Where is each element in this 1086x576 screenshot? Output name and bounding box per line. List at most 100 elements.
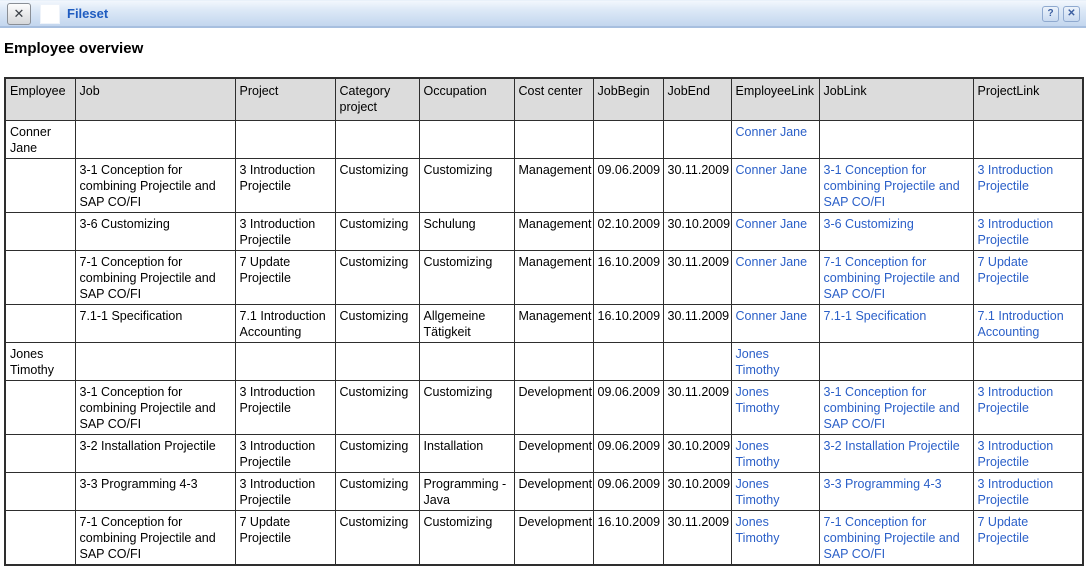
employee-link[interactable]: Jones Timothy xyxy=(736,385,780,415)
column-header-cost-center: Cost center xyxy=(514,78,593,120)
cell-projectlink: 7 Update Projectile xyxy=(973,250,1083,304)
cell-job: 3-1 Conception for combining Projectile … xyxy=(75,158,235,212)
table-row: Jones Timothy Jones Timothy xyxy=(5,342,1083,380)
job-link[interactable]: 3-1 Conception for combining Projectile … xyxy=(824,163,960,209)
help-button[interactable]: ? xyxy=(1042,6,1059,22)
cell-jobbegin: 16.10.2009 xyxy=(593,304,663,342)
column-header-employee: Employee xyxy=(5,78,75,120)
cell-project: 7.1 Introduction Accounting xyxy=(235,304,335,342)
cell-employee xyxy=(5,380,75,434)
employee-link[interactable]: Jones Timothy xyxy=(736,477,780,507)
project-link[interactable]: 3 Introduction Projectile xyxy=(978,217,1054,247)
cell-jobbegin: 09.06.2009 xyxy=(593,158,663,212)
cell-jobbegin: 16.10.2009 xyxy=(593,250,663,304)
project-link[interactable]: 3 Introduction Projectile xyxy=(978,163,1054,193)
table-row: 3-1 Conception for combining Projectile … xyxy=(5,380,1083,434)
employee-link[interactable]: Conner Jane xyxy=(736,255,808,269)
cell-jobend xyxy=(663,120,731,158)
cell-employeelink: Conner Jane xyxy=(731,304,819,342)
cell-project: 7 Update Projectile xyxy=(235,250,335,304)
job-link[interactable]: 3-6 Customizing xyxy=(824,217,914,231)
column-header-job: Job xyxy=(75,78,235,120)
cell-employee xyxy=(5,250,75,304)
cell-category-project: Customizing xyxy=(335,250,419,304)
cell-jobend: 30.10.2009 xyxy=(663,472,731,510)
employee-link[interactable]: Conner Jane xyxy=(736,309,808,323)
fileset-window: ✕ Fileset ? ✕ Employee overview Employee… xyxy=(0,0,1086,576)
employee-link[interactable]: Jones Timothy xyxy=(736,515,780,545)
employee-link[interactable]: Conner Jane xyxy=(736,163,808,177)
cell-employee: Jones Timothy xyxy=(5,342,75,380)
job-link[interactable]: 3-1 Conception for combining Projectile … xyxy=(824,385,960,431)
cell-cost-center: Development xyxy=(514,472,593,510)
job-link[interactable]: 3-3 Programming 4-3 xyxy=(824,477,942,491)
cell-jobbegin: 16.10.2009 xyxy=(593,510,663,565)
cell-employeelink: Conner Jane xyxy=(731,250,819,304)
cell-job: 7-1 Conception for combining Projectile … xyxy=(75,250,235,304)
cell-jobend: 30.11.2009 xyxy=(663,304,731,342)
cell-category-project: Customizing xyxy=(335,158,419,212)
cell-job xyxy=(75,342,235,380)
project-link[interactable]: 3 Introduction Projectile xyxy=(978,477,1054,507)
table-row: 7-1 Conception for combining Projectile … xyxy=(5,250,1083,304)
employee-link[interactable]: Conner Jane xyxy=(736,125,808,139)
table-row: 3-1 Conception for combining Projectile … xyxy=(5,158,1083,212)
cell-employeelink: Jones Timothy xyxy=(731,380,819,434)
cell-employeelink: Jones Timothy xyxy=(731,434,819,472)
table-row: 7.1-1 Specification 7.1 Introduction Acco… xyxy=(5,304,1083,342)
job-link[interactable]: 3-2 Installation Projectile xyxy=(824,439,960,453)
project-link[interactable]: 7 Update Projectile xyxy=(978,515,1029,545)
cell-jobend: 30.10.2009 xyxy=(663,434,731,472)
cell-jobbegin: 09.06.2009 xyxy=(593,434,663,472)
cell-projectlink: 3 Introduction Projectile xyxy=(973,434,1083,472)
cell-projectlink: 3 Introduction Projectile xyxy=(973,212,1083,250)
cell-project: 3 Introduction Projectile xyxy=(235,434,335,472)
close-dialog-button[interactable]: ✕ xyxy=(1063,6,1080,22)
cell-jobbegin: 09.06.2009 xyxy=(593,380,663,434)
cell-cost-center xyxy=(514,120,593,158)
table-row: 3-3 Programming 4-3 3 Introduction Projec… xyxy=(5,472,1083,510)
cell-occupation xyxy=(419,342,514,380)
cell-jobend: 30.11.2009 xyxy=(663,380,731,434)
cell-cost-center: Development xyxy=(514,510,593,565)
cell-joblink: 3-1 Conception for combining Projectile … xyxy=(819,380,973,434)
cell-jobend: 30.11.2009 xyxy=(663,158,731,212)
cell-category-project: Customizing xyxy=(335,510,419,565)
close-icon: ✕ xyxy=(14,7,25,20)
cell-employeelink: Conner Jane xyxy=(731,120,819,158)
cell-cost-center: Management xyxy=(514,304,593,342)
table-row: 3-2 Installation Projectile 3 Introductio… xyxy=(5,434,1083,472)
cell-job xyxy=(75,120,235,158)
column-header-projectlink: ProjectLink xyxy=(973,78,1083,120)
employee-link[interactable]: Conner Jane xyxy=(736,217,808,231)
close-window-button[interactable]: ✕ xyxy=(7,3,31,25)
cell-employeelink: Jones Timothy xyxy=(731,342,819,380)
cell-category-project: Customizing xyxy=(335,212,419,250)
cell-jobend xyxy=(663,342,731,380)
cell-category-project: Customizing xyxy=(335,472,419,510)
cell-employee xyxy=(5,212,75,250)
cell-occupation: Customizing xyxy=(419,158,514,212)
cell-projectlink: 3 Introduction Projectile xyxy=(973,158,1083,212)
cell-joblink: 3-6 Customizing xyxy=(819,212,973,250)
window-titlebar: ✕ Fileset ? ✕ xyxy=(0,0,1086,28)
employee-link[interactable]: Jones Timothy xyxy=(736,439,780,469)
project-link[interactable]: 3 Introduction Projectile xyxy=(978,385,1054,415)
cell-jobbegin xyxy=(593,342,663,380)
cell-employee: Conner Jane xyxy=(5,120,75,158)
cell-occupation: Programming - Java xyxy=(419,472,514,510)
table-row: 7-1 Conception for combining Projectile … xyxy=(5,510,1083,565)
cell-employee xyxy=(5,472,75,510)
cell-jobend: 30.10.2009 xyxy=(663,212,731,250)
employee-link[interactable]: Jones Timothy xyxy=(736,347,780,377)
project-link[interactable]: 7 Update Projectile xyxy=(978,255,1029,285)
job-link[interactable]: 7.1-1 Specification xyxy=(824,309,927,323)
cell-project: 3 Introduction Projectile xyxy=(235,212,335,250)
job-link[interactable]: 7-1 Conception for combining Projectile … xyxy=(824,515,960,561)
job-link[interactable]: 7-1 Conception for combining Projectile … xyxy=(824,255,960,301)
project-link[interactable]: 7.1 Introduction Accounting xyxy=(978,309,1064,339)
project-link[interactable]: 3 Introduction Projectile xyxy=(978,439,1054,469)
titlebar-checkbox[interactable] xyxy=(40,4,60,24)
cell-jobbegin: 02.10.2009 xyxy=(593,212,663,250)
cell-project: 3 Introduction Projectile xyxy=(235,472,335,510)
